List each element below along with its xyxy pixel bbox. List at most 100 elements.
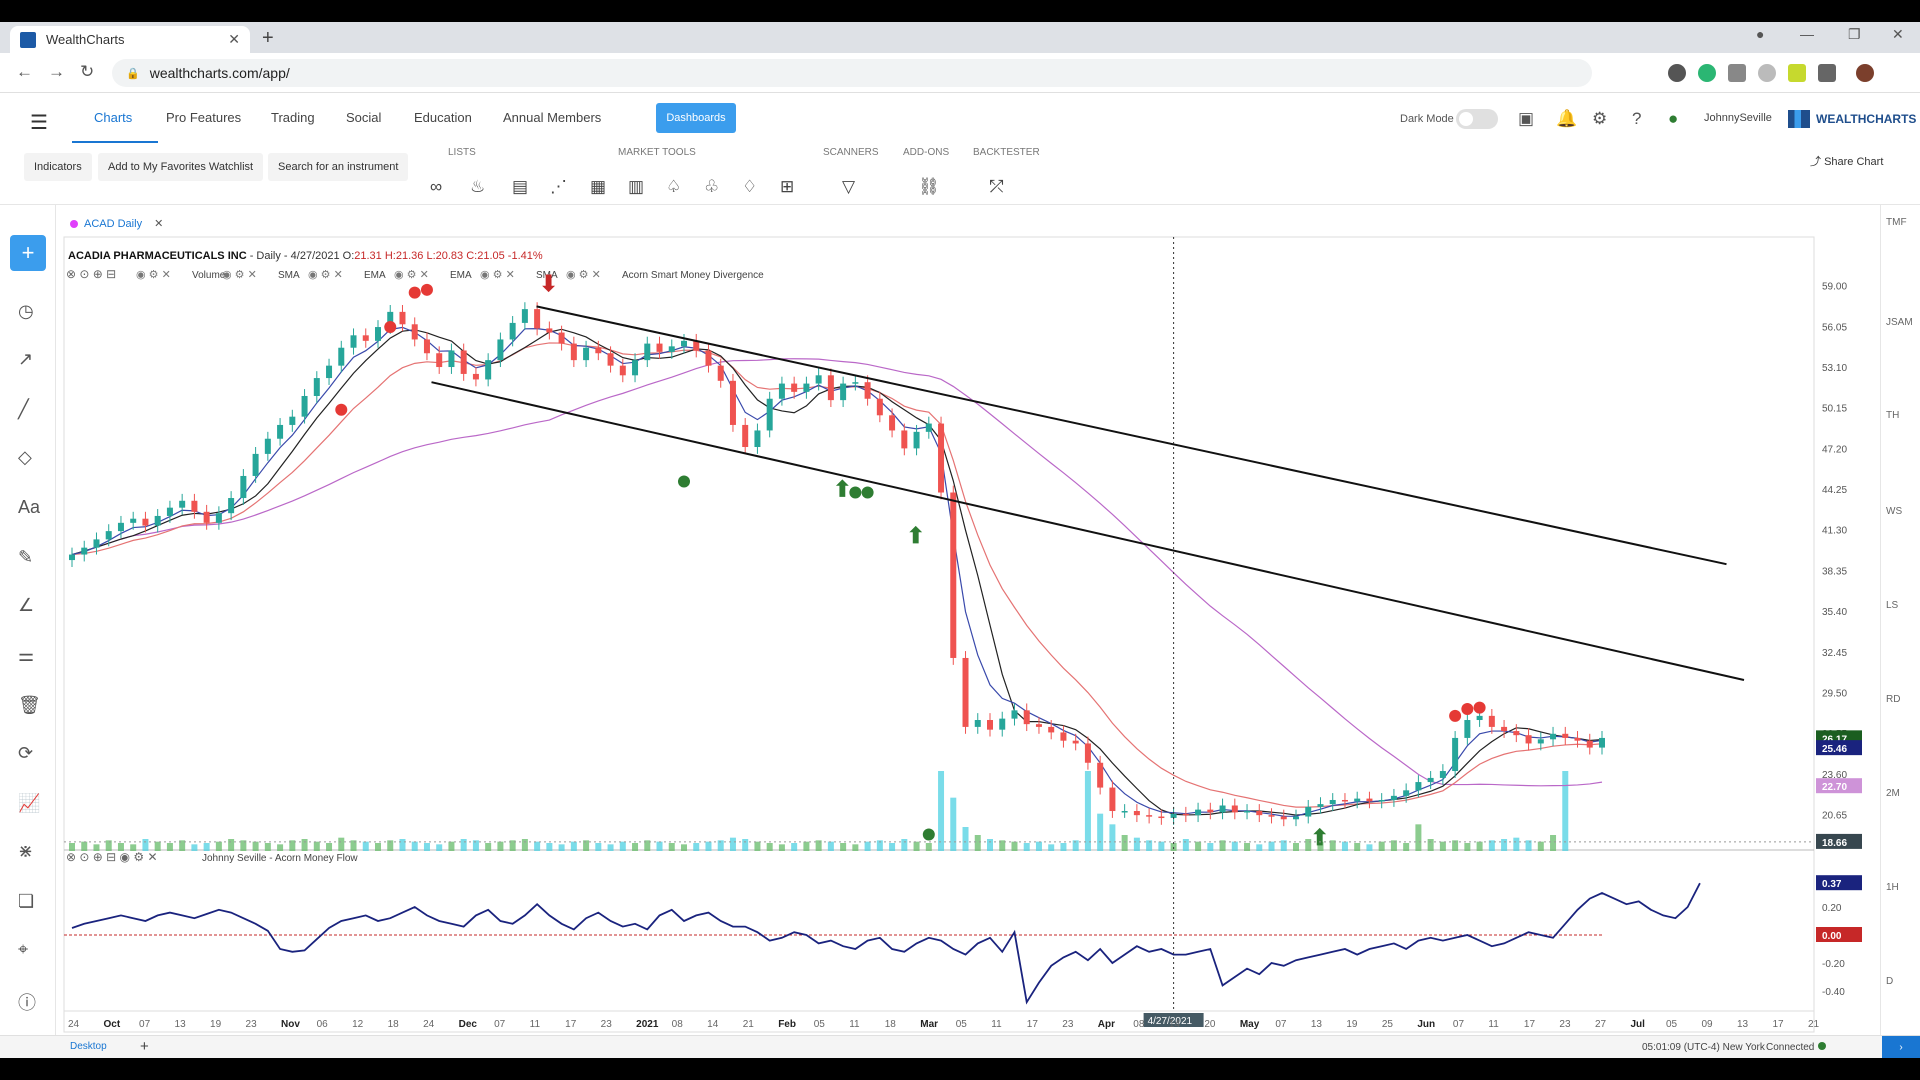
connection-label: Connected [1766, 1042, 1815, 1053]
glasses-icon[interactable]: ∞ [430, 177, 442, 197]
shape-icon[interactable]: ◇ [18, 447, 32, 468]
volume-bar [607, 844, 614, 851]
rail-item[interactable]: RD [1886, 694, 1900, 705]
text-tool-icon[interactable]: Aa [18, 497, 40, 518]
crosshair-icon[interactable]: ⌖ [18, 939, 28, 960]
logo-text: WEALTHCHARTS [1816, 112, 1917, 126]
extension-icon[interactable] [1788, 64, 1806, 82]
rail-item[interactable]: JSAM [1886, 317, 1913, 328]
filter-icon[interactable]: ▽ [842, 177, 855, 197]
network-icon[interactable]: ⋇ [18, 841, 33, 862]
volume-bar [485, 843, 492, 851]
extension-g-icon[interactable] [1728, 64, 1746, 82]
help-icon[interactable]: ? [1632, 109, 1641, 129]
close-tab-icon[interactable]: ✕ [228, 31, 240, 48]
add-chart-button[interactable]: + [10, 235, 46, 271]
close-chart-icon[interactable]: ✕ [154, 217, 163, 230]
rail-item[interactable]: TMF [1886, 217, 1907, 228]
hamburger-icon[interactable]: ☰ [30, 110, 48, 135]
trash-icon[interactable]: 🗑 [18, 695, 41, 716]
minimize-icon[interactable]: — [1800, 26, 1814, 42]
line-tool-icon[interactable]: ╱ [18, 399, 29, 420]
rail-item[interactable]: 1H [1886, 882, 1899, 893]
add-favorites-button[interactable]: Add to My Favorites Watchlist [98, 153, 264, 181]
candle-body [974, 720, 981, 727]
bell-alert-icon[interactable]: ♢ [742, 177, 757, 197]
angle-icon[interactable]: ∠ [18, 595, 34, 616]
volume-bar [570, 841, 577, 851]
location-icon[interactable]: ● [1668, 109, 1678, 129]
save-icon[interactable]: ▣ [1518, 109, 1534, 129]
candle-body [472, 373, 479, 380]
flame-icon[interactable]: ♨ [470, 177, 485, 197]
rail-item[interactable]: LS [1886, 600, 1898, 611]
add-desktop-icon[interactable]: + [140, 1038, 149, 1055]
bell-icon[interactable]: 🔔 [1556, 109, 1577, 129]
backtest-icon[interactable]: ⤱ [990, 177, 1004, 197]
indicators-button[interactable]: Indicators [24, 153, 92, 181]
date-tick-label: 11 [849, 1019, 860, 1030]
rail-item[interactable]: D [1886, 976, 1893, 987]
candle-body [889, 415, 896, 431]
url-field[interactable]: 🔒 wealthcharts.com/app/ [112, 59, 1592, 87]
profile-dot-icon[interactable]: ● [1756, 26, 1764, 42]
nav-annual-members[interactable]: Annual Members [503, 110, 601, 125]
reload-icon[interactable]: ↻ [80, 62, 94, 82]
chart-area[interactable]: ACADIA PHARMACEUTICALS INC - Daily - 4/2… [62, 205, 1882, 1033]
username[interactable]: JohnnySeville [1704, 112, 1772, 124]
expand-chevron-icon[interactable]: › [1882, 1036, 1920, 1058]
volume-bar [791, 843, 798, 851]
refresh-icon[interactable]: ⟳ [18, 743, 33, 764]
link-icon[interactable]: ⛓ [918, 177, 940, 197]
grammarly-icon[interactable] [1698, 64, 1716, 82]
copy-icon[interactable]: ❏ [18, 891, 34, 912]
candle-body [1366, 798, 1373, 802]
candle-body [313, 378, 320, 396]
alert-up-icon[interactable]: ♤ [666, 177, 681, 197]
ruler-icon[interactable]: ⚌ [18, 645, 34, 666]
volume-bar [632, 843, 639, 851]
puzzle-icon[interactable] [1818, 64, 1836, 82]
back-icon[interactable]: ← [16, 62, 33, 82]
volume-bar [534, 841, 541, 851]
nav-charts[interactable]: Charts [94, 110, 132, 125]
desktop-tab[interactable]: Desktop [70, 1041, 107, 1052]
scatter-icon[interactable]: ⋰ [550, 177, 567, 197]
grid-scan-icon[interactable]: ⊞ [780, 177, 794, 197]
close-window-icon[interactable]: ✕ [1892, 26, 1904, 43]
extension-icon[interactable] [1758, 64, 1776, 82]
candle-body [1574, 737, 1581, 741]
restore-icon[interactable]: ❐ [1848, 26, 1861, 43]
news-icon[interactable]: ▤ [512, 177, 528, 197]
rail-item[interactable]: TH [1886, 410, 1899, 421]
trend-icon[interactable]: ↗ [18, 349, 33, 370]
share-chart-button[interactable]: ⤴ Share Chart [1810, 153, 1883, 169]
chart-tab[interactable]: ACAD Daily ✕ [70, 217, 163, 230]
nav-social[interactable]: Social [346, 110, 381, 125]
forward-icon[interactable]: → [48, 62, 65, 82]
info-icon[interactable]: ⓘ [18, 989, 36, 1015]
new-tab-icon[interactable]: + [262, 27, 274, 50]
extension-icon[interactable] [1668, 64, 1686, 82]
avatar[interactable] [1856, 64, 1874, 82]
chart-canvas[interactable]: ACADIA PHARMACEUTICALS INC - Daily - 4/2… [62, 205, 1882, 1035]
line-chart-icon[interactable]: 📈 [18, 793, 40, 814]
volume-bar [1464, 843, 1471, 851]
nav-education[interactable]: Education [414, 110, 472, 125]
dark-mode-toggle[interactable] [1456, 109, 1498, 129]
calculator-icon[interactable]: ▥ [628, 177, 644, 197]
browser-tab[interactable]: WealthCharts ✕ [10, 26, 250, 53]
search-instrument-button[interactable]: Search for an instrument [268, 153, 409, 181]
gear-icon[interactable]: ⚙ [1592, 109, 1607, 129]
rail-item[interactable]: WS [1886, 506, 1902, 517]
candle-body [326, 365, 333, 379]
calendar-icon[interactable]: ▦ [590, 177, 606, 197]
volume-bar [827, 841, 834, 851]
clock-icon[interactable]: ◷ [18, 301, 34, 322]
dashboards-button[interactable]: Dashboards [656, 103, 736, 133]
pencil-icon[interactable]: ✎ [18, 547, 33, 568]
nav-trading[interactable]: Trading [271, 110, 315, 125]
alarm-icon[interactable]: ♧ [704, 177, 719, 197]
rail-item[interactable]: 2M [1886, 788, 1900, 799]
nav-pro-features[interactable]: Pro Features [166, 110, 241, 125]
